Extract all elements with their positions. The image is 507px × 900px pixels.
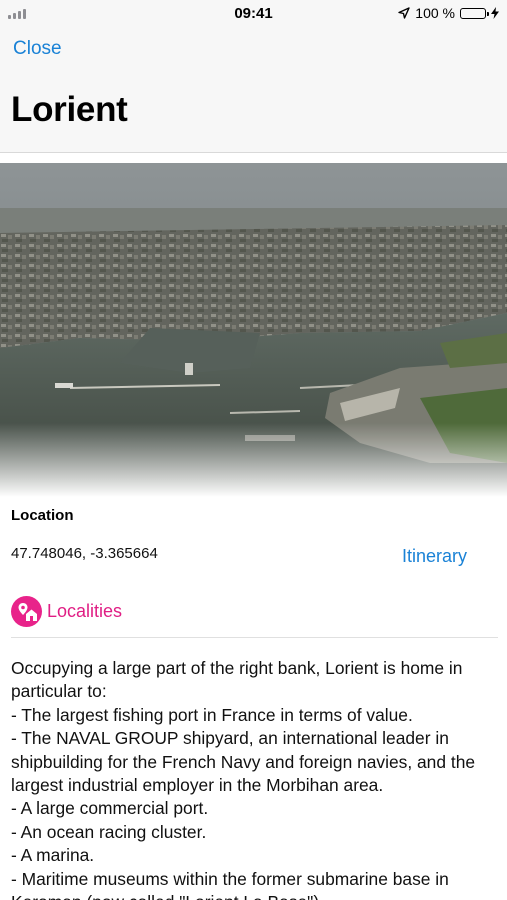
- close-button[interactable]: Close: [13, 38, 62, 60]
- page-title: Lorient: [11, 90, 128, 129]
- place-detail-screen: 09:41 100 % Close Lorient Location 47.74…: [0, 0, 507, 900]
- place-description: Occupying a large part of the right bank…: [11, 658, 476, 900]
- category-label: Localities: [47, 601, 123, 621]
- status-right: 100 %: [398, 5, 499, 21]
- coordinates-text: 47.748046, -3.365664: [11, 545, 158, 562]
- charging-bolt-icon: [491, 7, 499, 19]
- divider: [11, 637, 498, 638]
- category-localities[interactable]: Localities: [11, 596, 122, 627]
- itinerary-button[interactable]: Itinerary: [402, 546, 467, 567]
- localities-icon: [11, 596, 42, 627]
- hero-photo: [0, 163, 507, 497]
- location-arrow-icon: [398, 7, 410, 19]
- status-bar: 09:41 100 %: [0, 0, 507, 28]
- location-label: Location: [11, 507, 74, 524]
- navigation-header: Close Lorient: [0, 28, 507, 153]
- battery-icon: [460, 7, 489, 19]
- battery-percent: 100 %: [415, 5, 455, 21]
